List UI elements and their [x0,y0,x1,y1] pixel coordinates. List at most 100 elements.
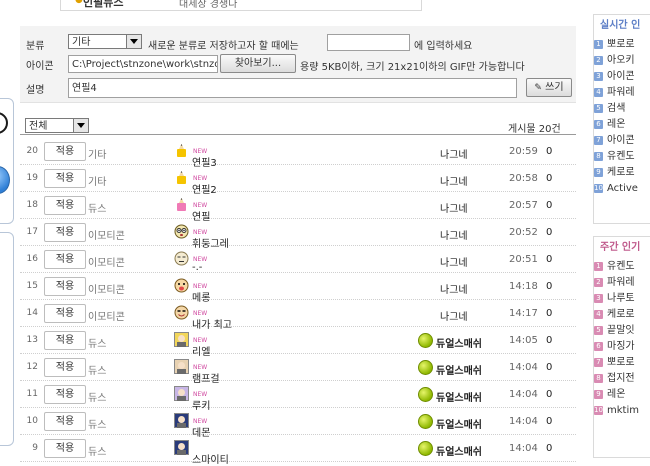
row-author[interactable]: 듀얼스매쉬 [436,443,482,458]
rank-badge: 2 [594,278,603,287]
new-category-input[interactable] [327,34,410,51]
rank-badge: 1 [594,262,603,271]
row-time: 20:52 [509,227,538,238]
emoticon-title-link[interactable]: 메롱 NEW [192,281,210,304]
weekly-item[interactable]: 5 끝말잇 [594,323,650,339]
emoticon-title-link[interactable]: 데몬 NEW [192,416,210,439]
emoticon-title-link[interactable]: 내가 최고 NEW [192,308,232,331]
apply-button[interactable]: 적용 [44,304,86,323]
category-select[interactable]: 기타 [68,34,142,49]
row-author[interactable]: 듀얼스매쉬 [436,389,482,404]
emoticon-title-link[interactable]: 연필 NEW [192,200,210,223]
emoticon-title-link[interactable]: 루키 NEW [192,389,210,412]
avatar-navy-icon [174,440,189,455]
new-badge: NEW [193,310,208,317]
weekly-item[interactable]: 9 레온 [594,387,650,403]
realtime-list: 1 뽀로로 2 아오키 3 아이콘 4 파워레 5 검색 6 레온 7 아이콘 8 유켄도 9 케로로 10 Acti… [594,37,650,197]
realtime-item[interactable]: 8 유켄도 [594,149,650,165]
row-number: 13 [26,335,38,345]
row-author[interactable]: 나그네 [440,227,468,242]
filter-select[interactable]: 전체 [25,118,89,133]
row-time: 14:04 [509,443,538,454]
apply-button[interactable]: 적용 [44,412,86,431]
list-item: 18 적용 듀스 연필 NEW 나그네 20:57 0 [20,192,576,223]
weekly-item[interactable]: 6 마징가 [594,339,650,355]
emoticon-title-link[interactable]: 연필3 NEW [192,146,217,169]
description-input[interactable]: 연필4 [68,78,517,98]
rank-badge: 3 [594,72,603,81]
weekly-item[interactable]: 1 유켄도 [594,259,650,275]
realtime-item[interactable]: 4 파워레 [594,85,650,101]
apply-button[interactable]: 적용 [44,439,86,458]
realtime-item[interactable]: 2 아오키 [594,53,650,69]
apply-button[interactable]: 적용 [44,385,86,404]
new-badge: NEW [193,337,208,344]
bullet-icon: ● [75,0,83,5]
face-tongue-icon [174,278,189,293]
row-author[interactable]: 나그네 [440,173,468,188]
emoticon-title-link[interactable]: -.- NEW [192,254,207,273]
row-author[interactable]: 듀얼스매쉬 [436,335,482,350]
category-select-value: 기타 [72,37,91,48]
row-author[interactable]: 나그네 [440,200,468,215]
weekly-item-label: 끝말잇 [607,325,635,336]
apply-button[interactable]: 적용 [44,358,86,377]
realtime-item[interactable]: 1 뽀로로 [594,37,650,53]
weekly-item[interactable]: 7 뽀로로 [594,355,650,371]
apply-button[interactable]: 적용 [44,223,86,242]
emoticon-title-link[interactable]: 휘둥그레 NEW [192,227,229,250]
new-badge: NEW [193,229,208,236]
row-count: 0 [546,173,553,184]
apply-button[interactable]: 적용 [44,331,86,350]
realtime-item[interactable]: 10 Active [594,181,650,197]
apply-button[interactable]: 적용 [44,277,86,296]
row-author[interactable]: 나그네 [440,281,468,296]
write-button[interactable]: ✎ 쓰기 [526,78,572,97]
row-author[interactable]: 나그네 [440,254,468,269]
new-category-suffix: 에 입력하세요 [414,41,473,52]
description-label: 설명 [26,85,45,96]
list-item: 16 적용 이모티콘 -.- NEW 나그네 20:51 0 [20,246,576,273]
emoticon-title-link[interactable]: 리엘 NEW [192,335,210,358]
browse-button[interactable]: 찾아보기... [220,54,296,73]
row-count: 0 [546,389,553,400]
apply-button[interactable]: 적용 [44,142,86,161]
realtime-item[interactable]: 6 레온 [594,117,650,133]
row-number: 17 [26,227,38,237]
pencil-yellow-icon [177,144,186,157]
row-author[interactable]: 듀얼스매쉬 [436,416,482,431]
weekly-item[interactable]: 3 나루토 [594,291,650,307]
filter-select-value: 전체 [29,121,48,132]
row-author[interactable]: 듀얼스매쉬 [436,362,482,377]
apply-button[interactable]: 적용 [44,169,86,188]
rank-badge: 10 [594,406,603,415]
top-news-text[interactable]: 대세장 경쟁다 [179,0,237,10]
left-panel-frame-lower [0,232,14,446]
row-category: 듀스 [88,393,107,404]
realtime-item[interactable]: 7 아이콘 [594,133,650,149]
row-time: 14:05 [509,335,538,346]
weekly-item-label: 파워레 [607,277,635,288]
row-author[interactable]: 나그네 [440,146,468,161]
realtime-item[interactable]: 5 검색 [594,101,650,117]
weekly-item[interactable]: 10 mktim [594,403,650,419]
apply-button[interactable]: 적용 [44,250,86,269]
rank-badge: 7 [594,358,603,367]
apply-button[interactable]: 적용 [44,196,86,215]
list-item: 15 적용 이모티콘 메롱 NEW 나그네 14:18 0 [20,273,576,304]
row-category: 이모티콘 [88,285,125,296]
row-category: 이모티콘 [88,231,125,242]
row-author[interactable]: 나그네 [440,308,468,323]
icon-file-input[interactable]: C:\Project\stnzone\work\stnzon [68,55,218,73]
realtime-item[interactable]: 3 아이콘 [594,69,650,85]
emoticon-title-link[interactable]: 연필2 NEW [192,173,217,196]
weekly-item[interactable]: 4 케로로 [594,307,650,323]
realtime-item-label: 아오키 [607,55,635,66]
weekly-item[interactable]: 2 파워레 [594,275,650,291]
realtime-item[interactable]: 9 케로로 [594,165,650,181]
emoticon-title-link[interactable]: 램프걸 NEW [192,362,220,385]
weekly-item[interactable]: 8 접지전 [594,371,650,387]
rank-badge: 10 [594,184,603,193]
row-time: 14:17 [509,308,538,319]
new-badge: NEW [193,418,208,425]
